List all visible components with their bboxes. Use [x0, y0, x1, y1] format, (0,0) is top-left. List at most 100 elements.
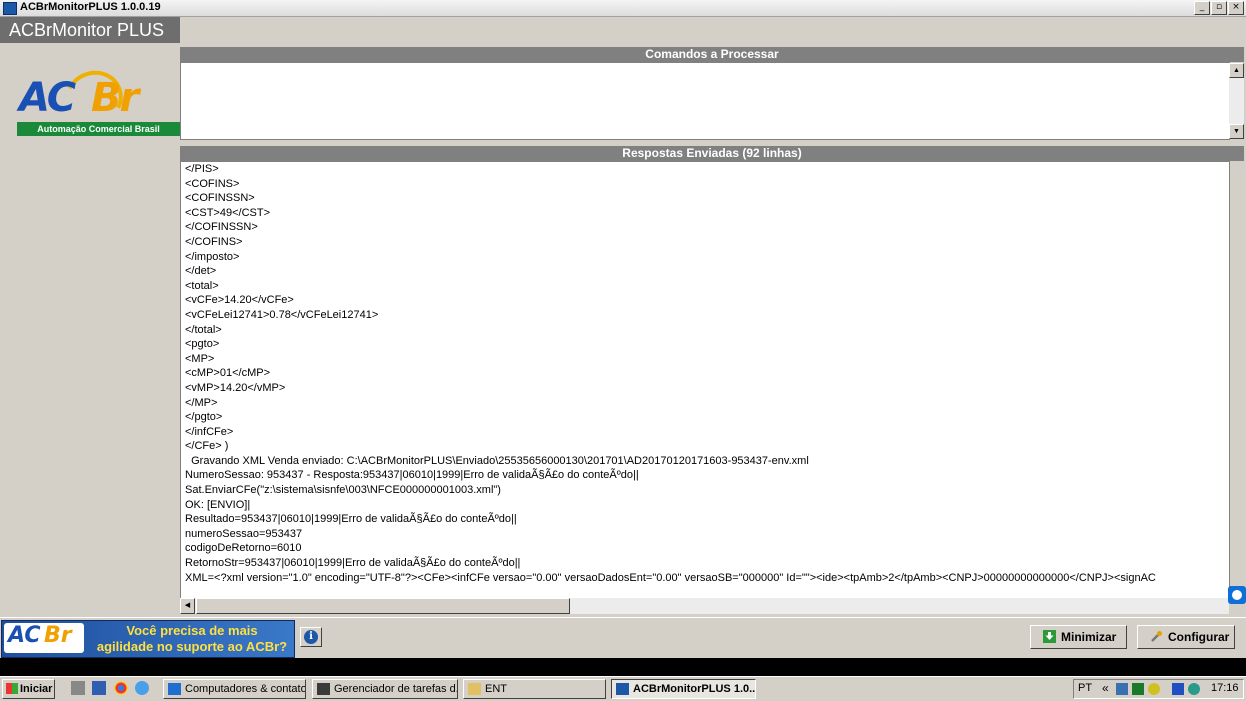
- response-line: </total>: [185, 323, 222, 336]
- scroll-up-icon[interactable]: ▲: [1229, 162, 1230, 177]
- language-indicator[interactable]: PT: [1078, 682, 1092, 694]
- task-ent[interactable]: ENT: [463, 679, 606, 699]
- taskmanager-icon: [317, 683, 330, 695]
- response-line: <vCFeLei12741>0.78</vCFeLei12741>: [185, 308, 379, 321]
- horizontal-scroll-thumb[interactable]: [196, 598, 570, 614]
- scroll-left-icon[interactable]: ◀: [180, 598, 195, 614]
- tray-network-icon[interactable]: [1172, 683, 1184, 695]
- bottom-panel: AC Br Você precisa de mais agilidade no …: [0, 617, 1246, 659]
- responses-panel-title: Respostas Enviadas (92 linhas): [180, 146, 1244, 161]
- acbr-task-icon: [616, 683, 629, 695]
- ie-icon[interactable]: [135, 681, 149, 695]
- support-banner[interactable]: AC Br Você precisa de mais agilidade no …: [1, 620, 295, 658]
- response-line: Sat.EnviarCFe("z:\sistema\sisnfe\003\NFC…: [185, 484, 501, 497]
- responses-horizontal-scrollbar[interactable]: ◀: [180, 598, 1229, 614]
- response-line: </PIS>: [185, 163, 219, 175]
- task-label: Gerenciador de tarefas d...: [334, 683, 458, 695]
- scroll-thumb[interactable]: [1229, 178, 1230, 598]
- task-gerenciador[interactable]: Gerenciador de tarefas d...: [312, 679, 458, 699]
- configure-button-label: Configurar: [1168, 630, 1230, 644]
- teamviewer-task-icon: [168, 683, 181, 695]
- info-button[interactable]: i: [300, 627, 322, 647]
- window-titlebar[interactable]: ACBrMonitorPLUS 1.0.0.19 _ ▫ ×: [0, 0, 1246, 17]
- window-controls: _ ▫ ×: [1194, 1, 1244, 15]
- app-name: ACBrMonitor PLUS: [0, 17, 180, 43]
- response-line: </COFINSSN>: [185, 221, 258, 234]
- responses-vertical-scrollbar[interactable]: ▲: [1229, 162, 1230, 599]
- volume-icon[interactable]: [1188, 683, 1200, 695]
- tray-update-icon[interactable]: [1148, 683, 1160, 695]
- banner-logo: AC Br: [4, 623, 84, 653]
- windows-flag-icon: [6, 683, 18, 694]
- task-computadores[interactable]: Computadores & contatos: [163, 679, 306, 699]
- app-icon: [3, 2, 17, 15]
- response-line: <MP>: [185, 352, 215, 365]
- acbr-logo: AC Br Automação Comercial Brasil: [17, 62, 180, 147]
- chrome-icon[interactable]: [114, 681, 128, 695]
- info-icon: i: [304, 630, 318, 644]
- network-quicklaunch-icon[interactable]: [71, 681, 85, 695]
- response-line: codigoDeRetorno=6010: [185, 542, 302, 555]
- response-line: </imposto>: [185, 250, 240, 263]
- commands-panel-title: Comandos a Processar: [180, 47, 1244, 62]
- response-line: <pgto>: [185, 338, 220, 351]
- banner-logo-ac: AC: [8, 623, 41, 648]
- response-line: Resultado=953437|06010|1999|Erro de vali…: [185, 513, 517, 526]
- task-label: Computadores & contatos: [185, 683, 306, 695]
- response-line: Gravando XML Venda enviado: C:\ACBrMonit…: [185, 454, 809, 467]
- response-line: <cMP>01</cMP>: [185, 367, 270, 380]
- response-line: </pgto>: [185, 411, 223, 424]
- logo-ac-text: AC: [19, 75, 76, 121]
- response-line: <COFINS>: [185, 177, 240, 190]
- minimize-button[interactable]: Minimizar: [1030, 625, 1127, 649]
- restore-window-button[interactable]: ▫: [1211, 1, 1227, 15]
- task-label: ACBrMonitorPLUS 1.0...: [633, 683, 756, 695]
- commands-textarea[interactable]: ▲ ▼: [180, 62, 1244, 140]
- green-arrow-down-icon: [1043, 630, 1056, 643]
- close-window-button[interactable]: ×: [1228, 1, 1244, 15]
- responses-textarea[interactable]: </PIS> <COFINS> <COFINSSN> <CST>49</CST> </C…: [180, 161, 1230, 600]
- response-line: RetornoStr=953437|06010|1999|Erro de val…: [185, 557, 521, 570]
- top-bar: [180, 17, 1246, 45]
- window-title: ACBrMonitorPLUS 1.0.0.19: [20, 1, 161, 13]
- response-line: <COFINSSN>: [185, 192, 255, 205]
- task-acbrmonitor[interactable]: ACBrMonitorPLUS 1.0...: [611, 679, 756, 699]
- banner-logo-br: Br: [44, 623, 72, 648]
- response-line: <vMP>14.20</vMP>: [185, 381, 286, 394]
- tray-shield-icon[interactable]: [1132, 683, 1144, 695]
- desktop-quicklaunch-icon[interactable]: [92, 681, 106, 695]
- response-line: </MP>: [185, 396, 218, 409]
- start-label: Iniciar: [20, 683, 53, 695]
- taskbar: Iniciar Computadores & contatos Gerencia…: [0, 676, 1246, 701]
- response-line: </CFe> ): [185, 440, 229, 453]
- banner-text-line1: Você precisa de mais: [126, 623, 258, 638]
- minimize-window-button[interactable]: _: [1194, 1, 1210, 15]
- system-tray: PT « 17:16: [1073, 679, 1244, 699]
- response-line: <CST>49</CST>: [185, 206, 270, 219]
- wrench-icon: [1151, 631, 1162, 642]
- notepad-icon: [468, 683, 481, 695]
- task-label: ENT: [485, 683, 507, 695]
- tray-app-icon[interactable]: [1116, 683, 1128, 695]
- scroll-up-icon[interactable]: ▲: [1229, 63, 1244, 78]
- response-line: XML=<?xml version="1.0" encoding="UTF-8"…: [185, 571, 1156, 584]
- commands-vertical-scrollbar[interactable]: ▲ ▼: [1229, 63, 1244, 139]
- scroll-down-icon[interactable]: ▼: [1229, 124, 1244, 139]
- response-line: numeroSessao=953437: [185, 527, 303, 540]
- logo-tagline: Automação Comercial Brasil: [17, 122, 180, 136]
- teamviewer-icon[interactable]: [1228, 586, 1246, 604]
- clock: 17:16: [1211, 682, 1239, 694]
- response-line: <vCFe>14.20</vCFe>: [185, 294, 294, 307]
- banner-text-line2: agilidade no suporte ao ACBr?: [96, 639, 288, 654]
- sidebar: ACBrMonitor PLUS AC Br Automação Comerci…: [0, 17, 180, 617]
- response-line: OK: [ENVIO]|: [185, 498, 251, 511]
- response-line: </infCFe>: [185, 425, 234, 438]
- configure-button[interactable]: Configurar: [1137, 625, 1235, 649]
- tray-expand-icon[interactable]: «: [1102, 681, 1109, 695]
- black-strip: [0, 658, 1246, 676]
- responses-text: </PIS> <COFINS> <COFINSSN> <CST>49</CST> </C…: [185, 162, 1156, 585]
- start-button[interactable]: Iniciar: [2, 679, 55, 699]
- response-line: <total>: [185, 279, 219, 292]
- response-line: NumeroSessao: 953437 - Resposta:953437|0…: [185, 469, 639, 482]
- logo-br-text: Br: [91, 75, 139, 121]
